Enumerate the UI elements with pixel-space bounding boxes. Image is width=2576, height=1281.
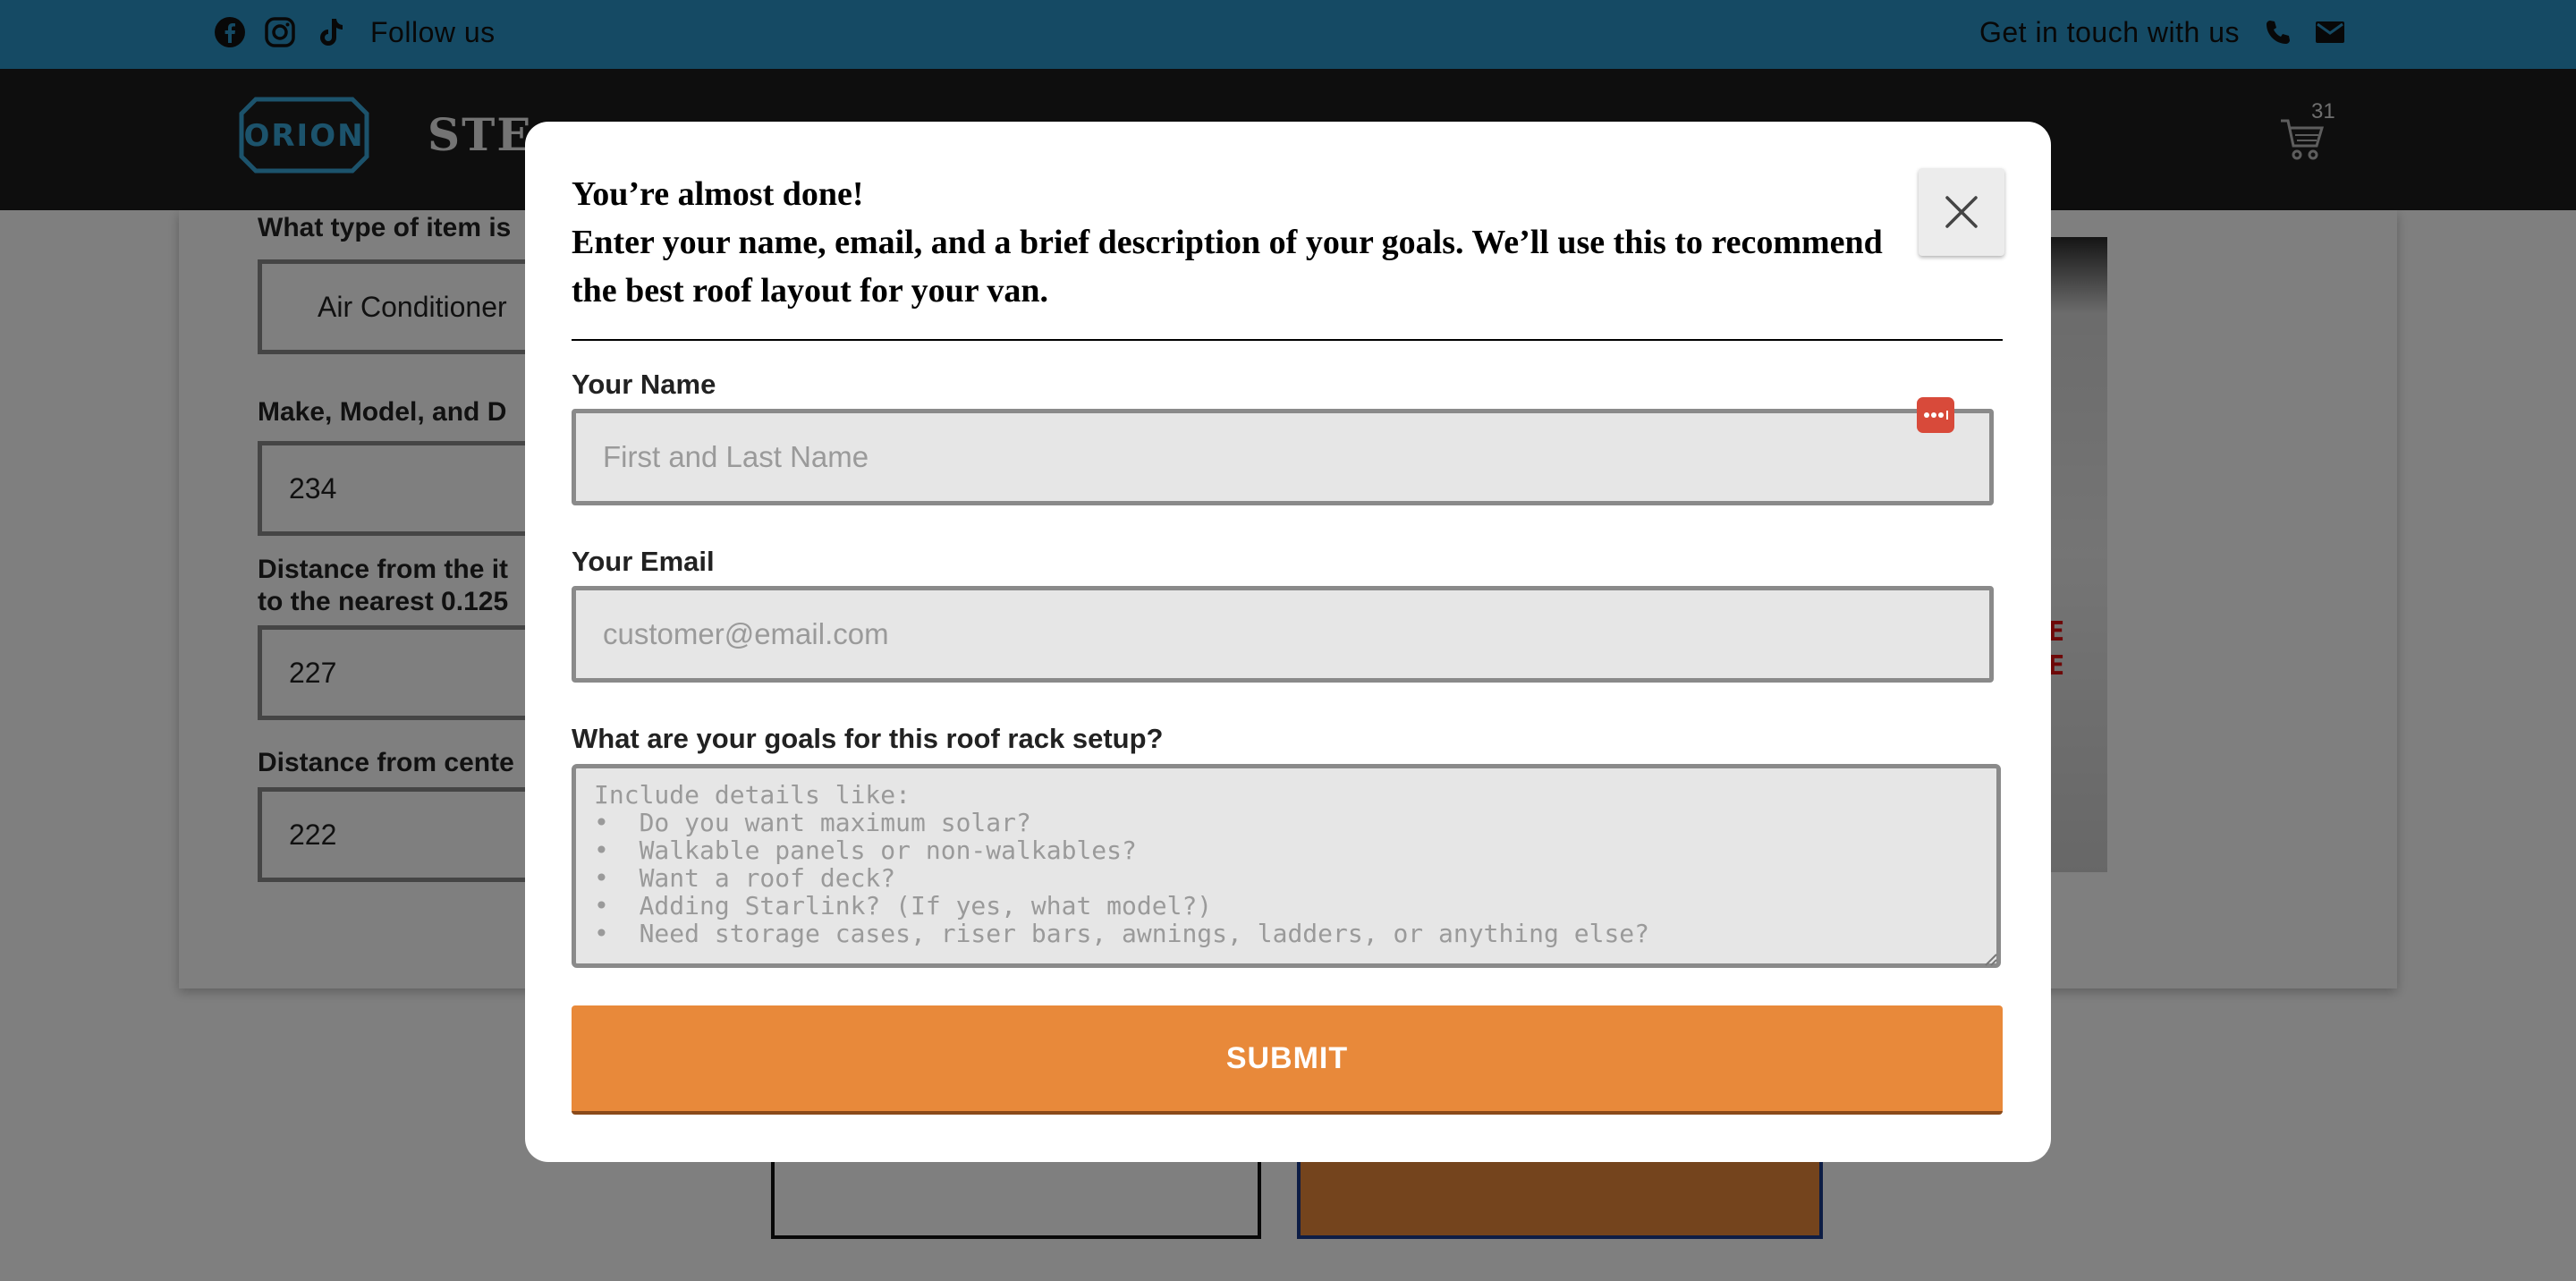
modal-title: You’re almost done! Enter your name, ema… [572,170,1913,315]
close-button[interactable] [1919,168,2004,256]
name-input[interactable]: First and Last Name [572,409,1994,505]
close-icon [1945,196,1978,228]
password-manager-icon[interactable] [1917,397,1954,433]
goals-textarea[interactable]: Include details like: • Do you want maxi… [572,764,2001,968]
goals-label: What are your goals for this roof rack s… [572,723,1164,754]
modal-title-line1: You’re almost done! [572,175,864,213]
name-label: Your Name [572,369,716,400]
modal-title-line2: Enter your name, email, and a brief desc… [572,224,1883,310]
resize-grip-icon[interactable] [1981,950,1997,966]
submit-button[interactable]: SUBMIT [572,1005,2003,1115]
email-input[interactable]: customer@email.com [572,586,1994,683]
email-label: Your Email [572,546,715,577]
modal-divider [572,339,2003,341]
goals-modal: You’re almost done! Enter your name, ema… [525,122,2051,1162]
